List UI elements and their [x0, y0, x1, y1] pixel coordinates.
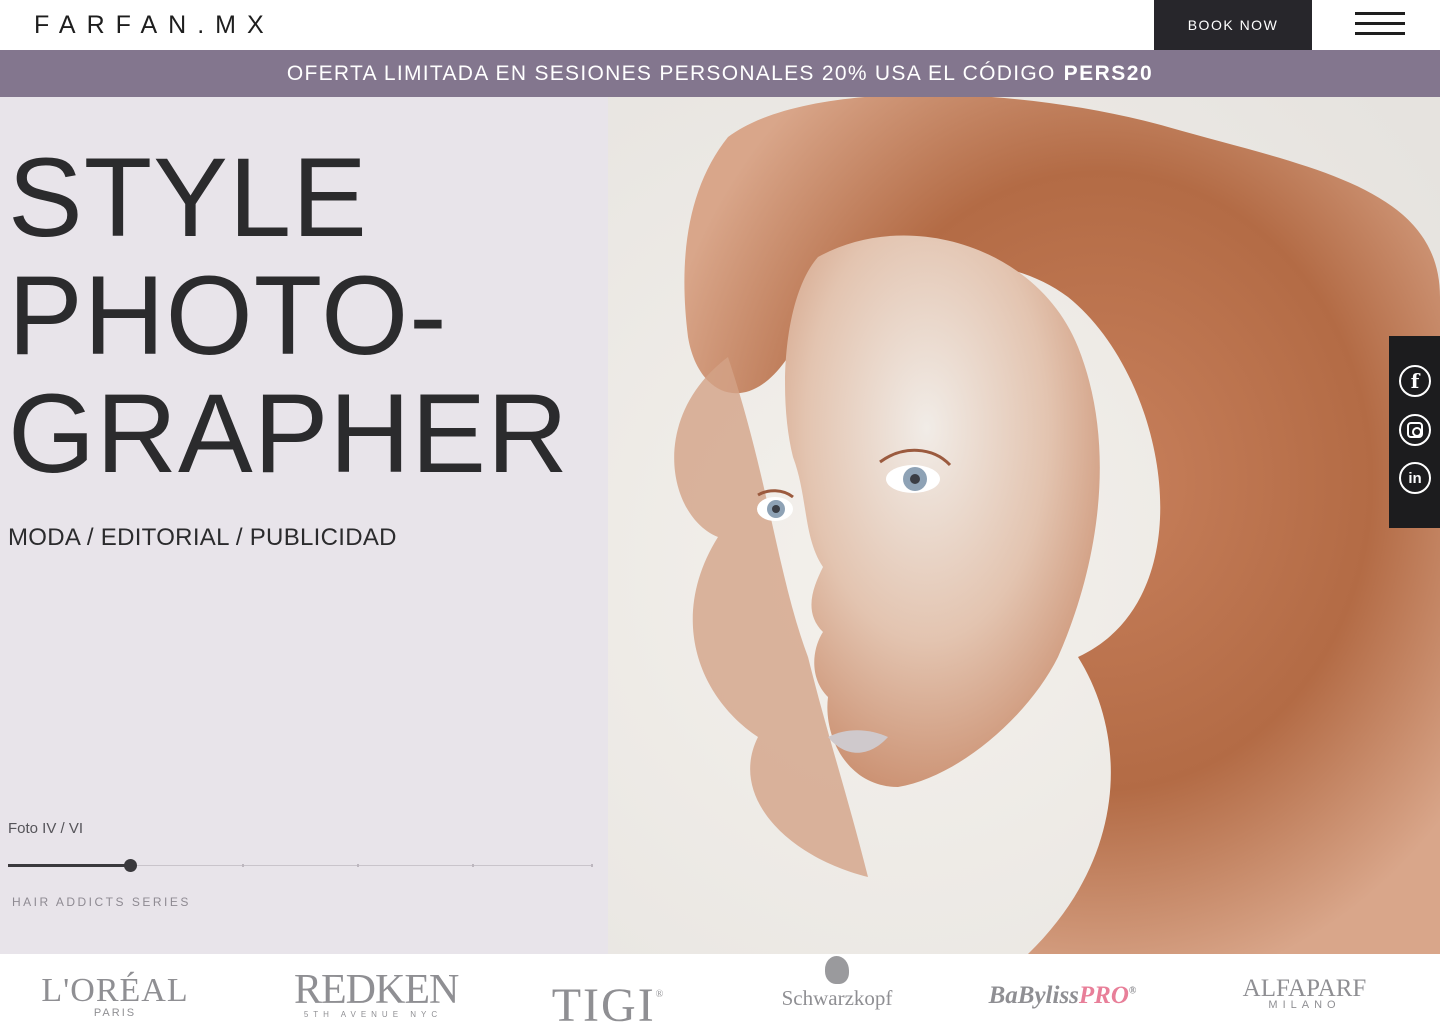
menu-bar: [1355, 22, 1405, 25]
photo-slider[interactable]: [8, 859, 593, 872]
brand-schwarzkopf-logo: Schwarzkopf: [778, 956, 896, 1012]
facebook-icon[interactable]: f: [1399, 365, 1431, 397]
slider-tick: [242, 864, 244, 867]
hero-photo: [608, 97, 1440, 954]
hero-text-panel: STYLE PHOTO- GRAPHER MODA / EDITORIAL / …: [0, 97, 608, 954]
slider-progress: [8, 864, 130, 867]
brand-logos-strip: L'ORÉAL PARIS REDKEN 5TH AVENUE NYC TIGI…: [0, 954, 1440, 1024]
hero-title: STYLE PHOTO- GRAPHER: [8, 139, 569, 493]
brand-name: Schwarzkopf: [781, 986, 893, 1010]
brand-name: TIGI: [551, 979, 656, 1024]
slider-tick: [591, 864, 593, 867]
slider-tick: [472, 864, 474, 867]
brand-name: REDKEN: [294, 967, 459, 1013]
hero-title-line: PHOTO-: [8, 253, 448, 378]
linkedin-icon[interactable]: in: [1399, 462, 1431, 494]
menu-bar: [1355, 12, 1405, 15]
promo-code: PERS20: [1063, 61, 1154, 85]
instagram-icon[interactable]: [1399, 414, 1431, 446]
social-links-panel: f in: [1389, 336, 1440, 528]
site-header: FARFAN.MX BOOK NOW: [0, 0, 1440, 50]
brand-tigi-logo: TIGI®: [546, 970, 671, 1024]
series-label: HAIR ADDICTS SERIES: [12, 895, 191, 909]
slider-handle[interactable]: [124, 859, 137, 872]
portrait-image: [608, 97, 1440, 954]
brand-babyliss-logo: BaBylissPRO®: [985, 982, 1140, 1010]
brand-redken-logo: REDKEN 5TH AVENUE NYC: [294, 967, 459, 1020]
brand-loreal-logo: L'ORÉAL PARIS: [40, 972, 190, 1019]
hero-title-line: STYLE: [8, 135, 368, 260]
photo-counter: Foto IV / VI: [8, 820, 84, 837]
site-logo[interactable]: FARFAN.MX: [34, 11, 275, 40]
promo-banner[interactable]: OFERTA LIMITADA EN SESIONES PERSONALES 2…: [0, 50, 1440, 97]
brand-sub: 5TH AVENUE NYC: [303, 1010, 443, 1019]
hero-title-line: GRAPHER: [8, 371, 569, 496]
registered-mark: ®: [655, 989, 666, 1000]
registered-mark: ®: [1128, 985, 1137, 997]
brand-name: ALFAPARF: [1242, 975, 1367, 1002]
hero-subtitle: MODA / EDITORIAL / PUBLICIDAD: [8, 524, 397, 551]
brand-name: BaByliss: [988, 982, 1079, 1009]
slider-tick: [357, 864, 359, 867]
promo-text: OFERTA LIMITADA EN SESIONES PERSONALES 2…: [286, 61, 1056, 85]
book-now-button[interactable]: BOOK NOW: [1154, 0, 1312, 50]
hamburger-menu-icon[interactable]: [1355, 12, 1405, 36]
schwarzkopf-head-icon: [825, 956, 849, 984]
brand-name: L'ORÉAL: [41, 972, 189, 1009]
menu-bar: [1355, 32, 1405, 35]
brand-sub: PARIS: [93, 1007, 137, 1019]
brand-alfaparf-logo: ALFAPARF MILANO: [1232, 975, 1377, 1011]
instagram-glyph: [1407, 422, 1423, 438]
brand-pro: PRO: [1078, 982, 1129, 1009]
